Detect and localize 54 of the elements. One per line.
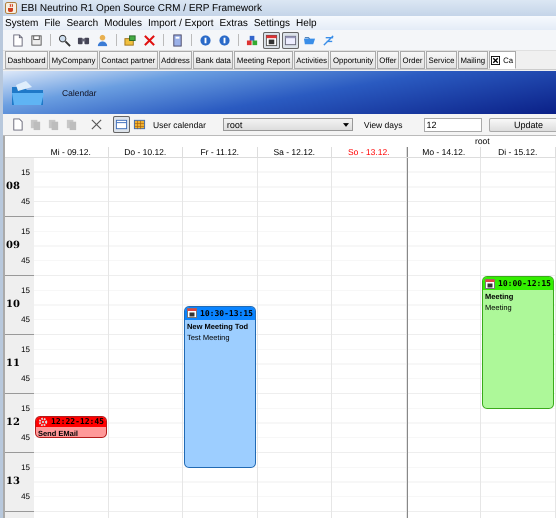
menu-item[interactable]: Help [296, 18, 317, 28]
minute-label: 15 [21, 286, 30, 295]
calendar-icon [485, 278, 495, 288]
calendar-tool-button[interactable] [263, 32, 280, 48]
window-title: EBI Neutrino R1 Open Source CRM / ERP Framework [21, 2, 262, 14]
day-header: Mo - 14.12. [422, 146, 466, 156]
java-cup-icon [5, 2, 17, 14]
event-time: 10:30-13:15 [200, 308, 253, 318]
hour-label: 08 [6, 181, 20, 192]
hour-label: 13 [6, 476, 20, 487]
hour-label: 12 [6, 417, 20, 428]
minute-label: 45 [21, 197, 30, 206]
menu-item[interactable]: Modules [104, 18, 142, 28]
minute-label: 45 [21, 374, 30, 383]
minute-label: 45 [21, 315, 30, 324]
user-dropdown[interactable]: root [222, 118, 353, 131]
hour-label: 10 [6, 299, 20, 310]
event-time: 12:22-12:45 [51, 417, 104, 426]
menu-item[interactable]: System [5, 18, 38, 28]
minute-label: 15 [21, 168, 30, 177]
gear-icon [38, 416, 48, 427]
menu-item[interactable]: File [44, 18, 60, 28]
view-days-label: View days [364, 120, 403, 130]
update-button[interactable]: Update [488, 118, 556, 132]
view-days-field[interactable]: 12 [424, 118, 482, 132]
day-header: So - 13.12. [348, 146, 390, 156]
window-tool-button[interactable] [282, 32, 299, 48]
minute-label: 45 [21, 433, 30, 442]
user-calendar-label: User calendar [153, 120, 206, 130]
day-header: Do - 10.12. [124, 146, 166, 156]
day-header: Di - 15.12. [498, 146, 538, 156]
minute-label: 15 [21, 227, 30, 236]
menu-item[interactable]: Search [66, 18, 98, 28]
menu-item[interactable]: Settings [254, 18, 290, 28]
day-view-button[interactable] [113, 116, 130, 133]
folder-icon [10, 78, 46, 106]
module-title: Calendar [62, 88, 96, 98]
minute-label: 45 [21, 492, 30, 501]
calendar-owner: root [475, 136, 490, 146]
hour-label: 11 [6, 358, 20, 369]
day-header: Fr - 11.12. [200, 146, 240, 156]
minute-label: 15 [21, 404, 30, 413]
minute-label: 15 [21, 345, 30, 354]
minute-label: 15 [21, 463, 30, 472]
day-header: Mi - 09.12. [50, 146, 91, 156]
caret-icon [342, 122, 349, 126]
menu-item[interactable]: Import / Export [148, 18, 214, 28]
day-header: Sa - 12.12. [273, 146, 316, 156]
menu-item[interactable]: Extras [220, 18, 248, 28]
event-time: 10:00-12:15 [498, 279, 551, 288]
hour-label: 09 [6, 240, 20, 251]
calendar-icon [187, 308, 197, 318]
close-icon[interactable] [491, 56, 500, 64]
minute-label: 45 [21, 256, 30, 265]
